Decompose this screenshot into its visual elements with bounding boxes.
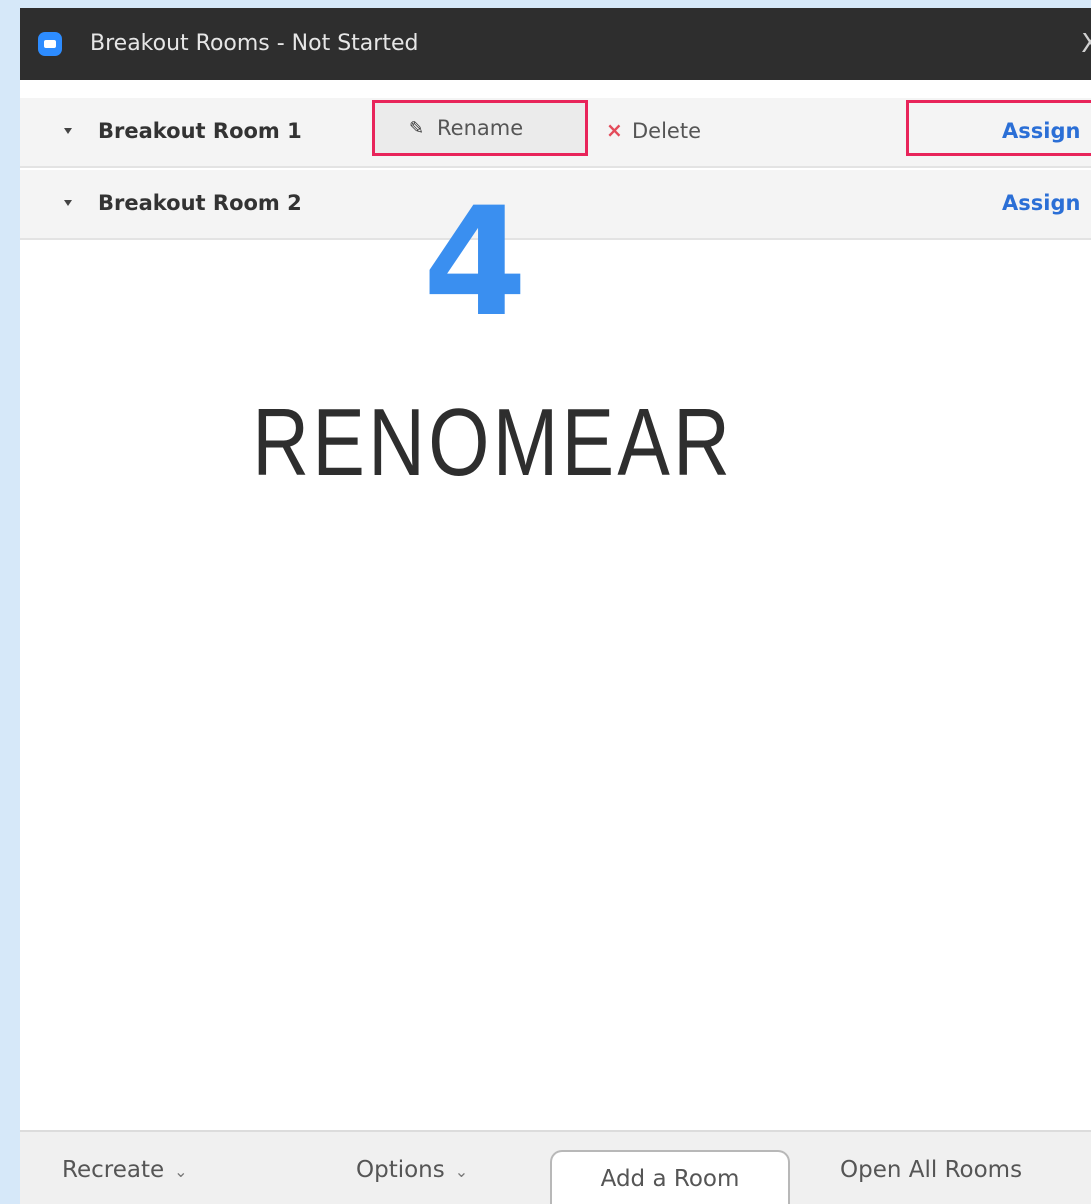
footer-bar: Recreate ⌄ Options ⌄ Add a Room Open All R… xyxy=(20,1130,1091,1204)
caret-down-icon[interactable] xyxy=(64,200,72,206)
options-label: Options xyxy=(356,1157,445,1183)
row-divider xyxy=(20,166,1091,168)
assign-link[interactable]: Assign xyxy=(1002,170,1080,236)
caret-down-icon[interactable] xyxy=(64,128,72,134)
x-icon[interactable]: × xyxy=(606,118,623,142)
room-name: Breakout Room 1 xyxy=(98,119,302,143)
recreate-button[interactable]: Recreate ⌄ xyxy=(62,1132,188,1204)
options-button[interactable]: Options ⌄ xyxy=(356,1132,468,1204)
room-row[interactable]: Breakout Room 2 Assign xyxy=(20,170,1091,238)
add-room-button[interactable]: Add a Room xyxy=(550,1150,790,1204)
room-row[interactable]: Breakout Room 1 ✎ Rename × Delete Assign xyxy=(20,98,1091,168)
rename-button[interactable]: ✎ Rename xyxy=(372,100,588,156)
step-number: 4 xyxy=(422,176,528,350)
recreate-label: Recreate xyxy=(62,1157,165,1183)
assign-link[interactable]: Assign xyxy=(1002,98,1080,164)
chevron-down-icon: ⌄ xyxy=(174,1162,188,1181)
delete-button[interactable]: Delete xyxy=(632,98,701,164)
room-name: Breakout Room 2 xyxy=(98,191,302,215)
step-caption: RENOMEAR xyxy=(252,389,734,496)
zoom-app-icon xyxy=(38,32,62,56)
rename-label: Rename xyxy=(437,116,524,140)
title-bar: Breakout Rooms - Not Started X xyxy=(20,8,1091,80)
chevron-down-icon: ⌄ xyxy=(454,1162,469,1181)
close-icon[interactable]: X xyxy=(1081,8,1091,80)
open-all-rooms-button[interactable]: Open All Rooms xyxy=(840,1132,1022,1204)
row-divider xyxy=(20,238,1091,240)
breakout-rooms-window: Breakout Rooms - Not Started X Breakout … xyxy=(20,8,1091,1204)
window-title: Breakout Rooms - Not Started xyxy=(90,31,419,56)
pencil-icon: ✎ xyxy=(409,118,425,139)
